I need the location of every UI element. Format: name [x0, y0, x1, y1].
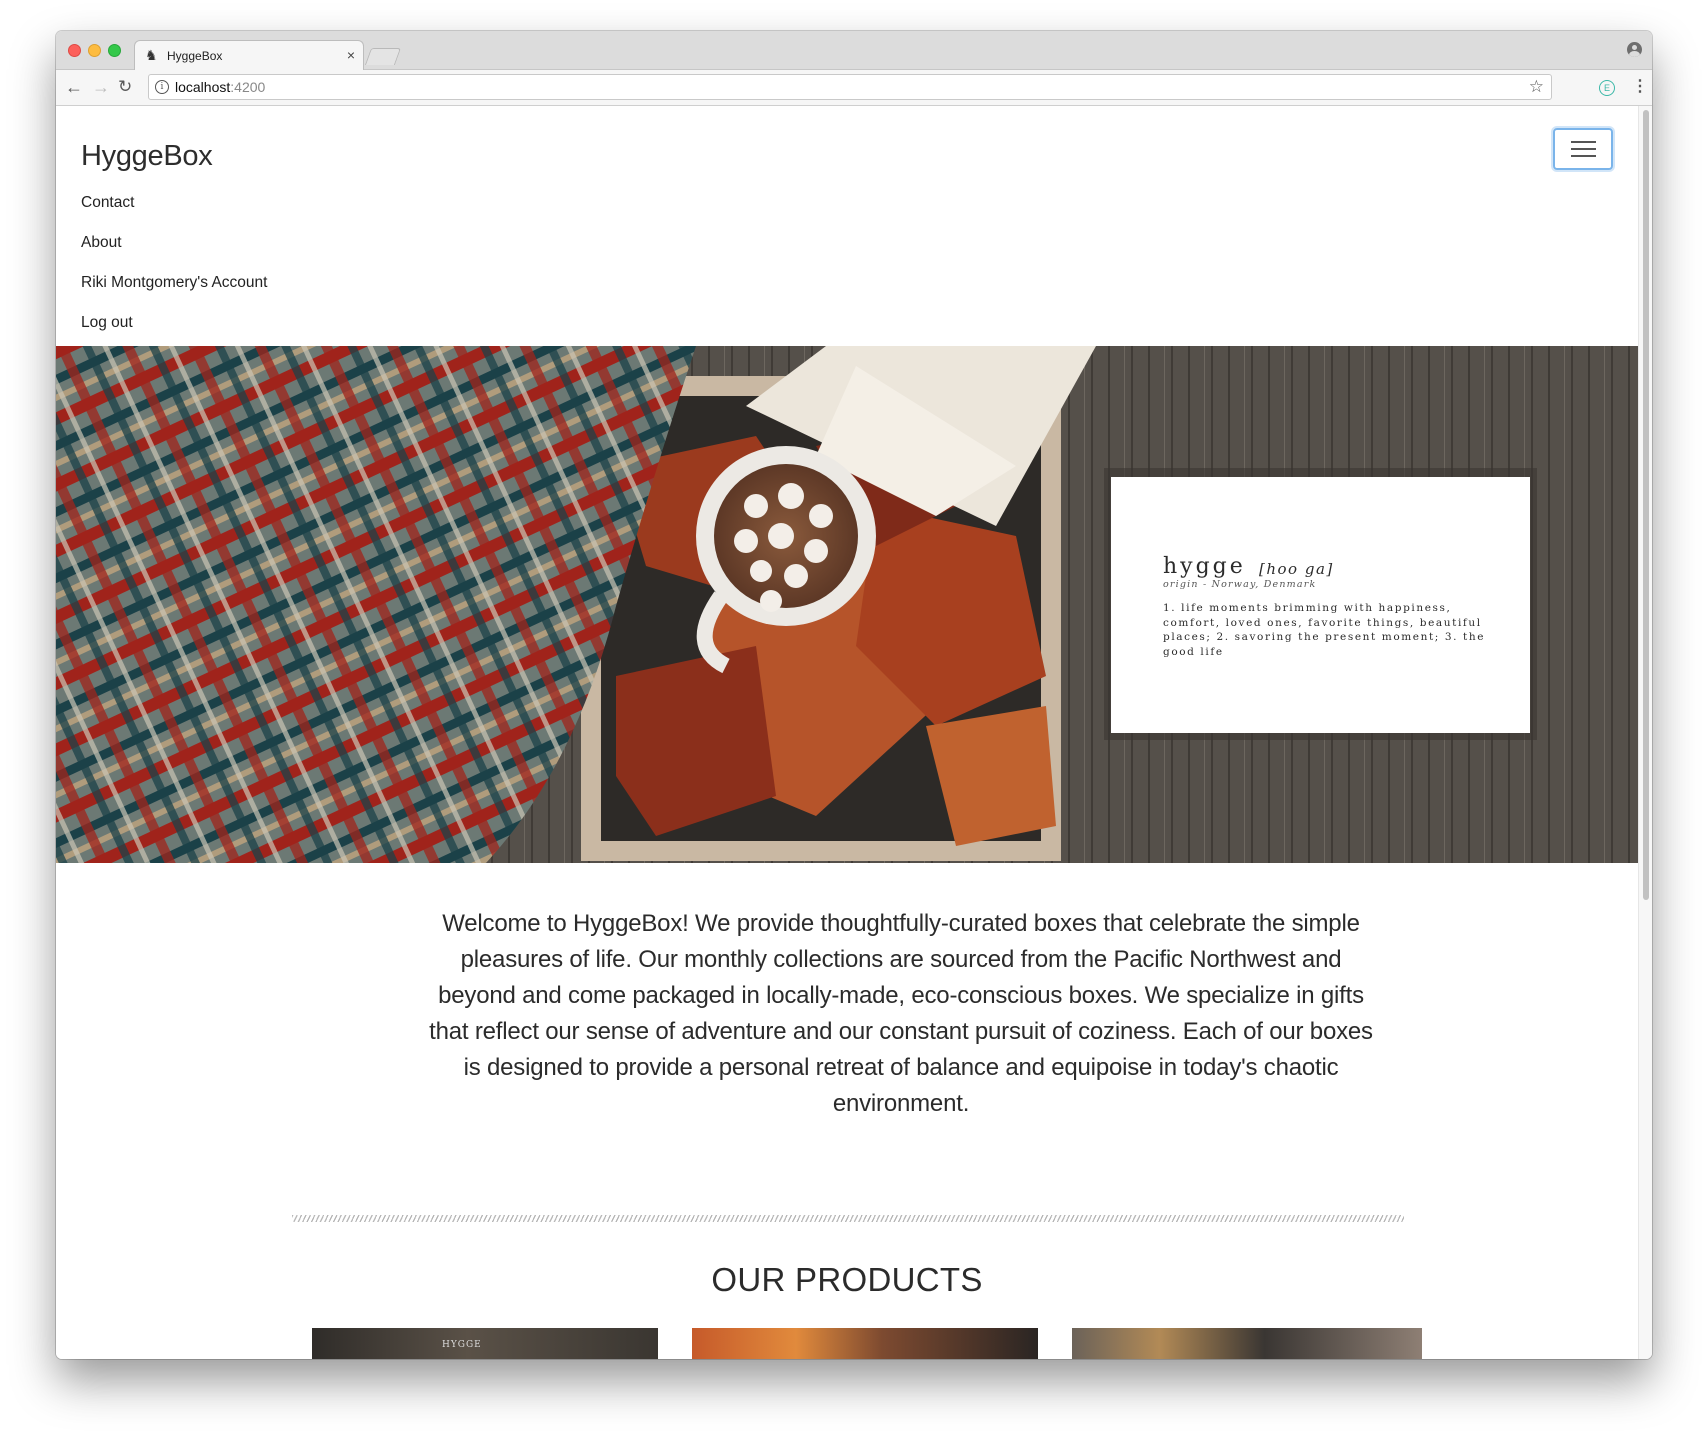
nav-link-about[interactable]: About	[81, 234, 122, 252]
address-bar[interactable]: i localhost:4200 ☆	[148, 74, 1552, 100]
zoom-window-button[interactable]	[108, 44, 121, 57]
profile-icon[interactable]	[1627, 42, 1642, 57]
products-heading: OUR PRODUCTS	[711, 1261, 983, 1298]
definition-word: hygge	[1163, 554, 1246, 579]
hero-image: hygge [hoo ga] origin - Norway, Denmark …	[56, 346, 1638, 863]
browser-toolbar: ← → ↻ i localhost:4200 ☆ E ⋮	[56, 70, 1652, 106]
brand-logo[interactable]: HyggeBox	[81, 140, 213, 173]
product-image-label: HYGGE	[442, 1340, 482, 1350]
forward-arrow-icon[interactable]: →	[92, 76, 110, 98]
url-text[interactable]: localhost:4200	[175, 79, 265, 95]
product-image[interactable]: HYGGE	[312, 1328, 658, 1359]
definition-text: 1. life moments brimming with happiness,…	[1163, 602, 1486, 658]
scrollbar-thumb[interactable]	[1643, 110, 1649, 900]
info-icon[interactable]: i	[155, 80, 169, 94]
url-port: :4200	[230, 79, 266, 95]
hamburger-menu-icon[interactable]	[1553, 128, 1613, 170]
menu-dots-icon[interactable]: ⋮	[1632, 77, 1648, 97]
nav-link-logout[interactable]: Log out	[81, 314, 133, 332]
url-host: localhost	[175, 79, 231, 95]
new-tab-button[interactable]	[364, 48, 402, 65]
section-divider	[292, 1215, 1404, 1222]
minimize-window-button[interactable]	[88, 44, 101, 57]
tab-title: HyggeBox	[167, 49, 223, 63]
definition-origin: origin - Norway, Denmark	[1163, 579, 1317, 590]
nav-link-contact[interactable]: Contact	[81, 194, 134, 212]
tab-strip: ♞ HyggeBox ×	[56, 31, 1652, 71]
product-image[interactable]	[692, 1328, 1038, 1359]
welcome-text: Welcome to HyggeBox! We provide thoughtf…	[429, 910, 1373, 1117]
browser-window: ♞ HyggeBox × ← → ↻ i localhost:4200 ☆ E …	[56, 31, 1652, 1359]
reload-icon[interactable]: ↻	[118, 76, 132, 98]
tab-hyggebox[interactable]: ♞ HyggeBox ×	[134, 40, 364, 71]
close-window-button[interactable]	[68, 44, 81, 57]
definition-pronunciation: [hoo ga]	[1259, 560, 1334, 578]
favicon-icon: ♞	[145, 47, 158, 63]
page-viewport: HyggeBox Contact About Riki Montgomery's…	[56, 106, 1638, 1359]
definition-card: hygge [hoo ga] origin - Norway, Denmark …	[1111, 477, 1530, 733]
product-image[interactable]	[1072, 1328, 1422, 1359]
scrollbar[interactable]	[1638, 106, 1652, 1359]
nav-link-account[interactable]: Riki Montgomery's Account	[81, 274, 267, 292]
back-arrow-icon[interactable]: ←	[65, 76, 83, 98]
star-icon[interactable]: ☆	[1529, 76, 1544, 98]
extension-icon[interactable]: E	[1599, 80, 1615, 96]
close-icon[interactable]: ×	[347, 47, 355, 63]
